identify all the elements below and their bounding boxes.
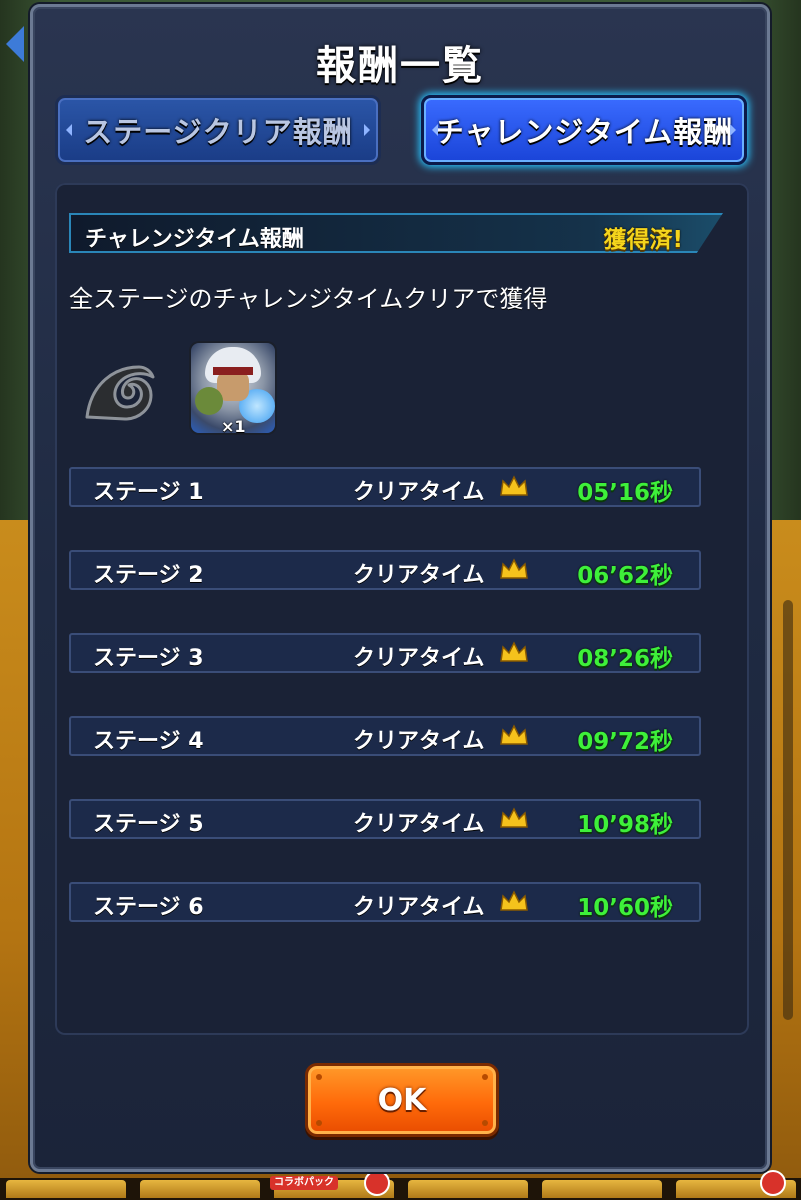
left-arrow-icon <box>6 26 24 62</box>
stage-row: ステージ 2 クリアタイム 06’62秒 <box>69 550 701 590</box>
clear-time-value: 08’26秒 <box>577 646 673 672</box>
clear-time-label: クリアタイム <box>353 646 485 671</box>
clear-time-label: クリアタイム <box>353 895 485 920</box>
crown-icon <box>500 890 528 911</box>
section-title: チャレンジタイム報酬 <box>85 227 304 252</box>
stage-label: ステージ 1 <box>93 480 204 505</box>
section-header: チャレンジタイム報酬 獲得済! <box>69 213 723 253</box>
clear-time-value: 05’16秒 <box>577 480 673 506</box>
reward-content-panel: チャレンジタイム報酬 獲得済! 全ステージのチャレンジタイムクリアで獲得 ×1 … <box>55 183 749 1035</box>
reward-list-modal: 報酬一覧 ステージクリア報酬 チャレンジタイム報酬 チャレンジタイム報酬 獲得済… <box>30 4 770 1172</box>
crown-icon <box>500 558 528 579</box>
reward-count: ×1 <box>221 417 246 436</box>
tab-challenge-time-reward[interactable]: チャレンジタイム報酬 <box>421 95 747 165</box>
background-scrollbar <box>783 600 793 1020</box>
reward-condition-text: 全ステージのチャレンジタイムクリアで獲得 <box>69 285 548 313</box>
clear-time-value: 10’98秒 <box>577 812 673 838</box>
notification-badge <box>364 1170 390 1196</box>
ok-button-label: OK <box>377 1082 427 1118</box>
clear-time-label: クリアタイム <box>353 729 485 754</box>
clear-time-label: クリアタイム <box>353 812 485 837</box>
clear-time-label: クリアタイム <box>353 563 485 588</box>
leaf-village-icon <box>85 365 155 421</box>
crown-icon <box>500 641 528 662</box>
clear-time-value: 09’72秒 <box>577 729 673 755</box>
crown-icon <box>500 807 528 828</box>
stage-label: ステージ 4 <box>93 729 204 754</box>
stage-label: ステージ 5 <box>93 812 204 837</box>
acquired-status-badge: 獲得済! <box>603 227 684 253</box>
clear-time-value: 10’60秒 <box>577 895 673 921</box>
stage-row: ステージ 3 クリアタイム 08’26秒 <box>69 633 701 673</box>
stage-row: ステージ 6 クリアタイム 10’60秒 <box>69 882 701 922</box>
tab-arrow-left-icon <box>66 124 72 136</box>
notification-badge <box>760 1170 786 1196</box>
crown-icon <box>500 724 528 745</box>
stage-row: ステージ 5 クリアタイム 10’98秒 <box>69 799 701 839</box>
collab-pack-tag: コラボパック <box>270 1176 338 1190</box>
ok-button[interactable]: OK <box>305 1063 499 1137</box>
tab-arrow-left-icon <box>432 124 438 136</box>
stage-label: ステージ 2 <box>93 563 204 588</box>
tab-arrow-right-icon <box>730 124 736 136</box>
tab-label: ステージクリア報酬 <box>83 115 353 149</box>
stage-row: ステージ 1 クリアタイム 05’16秒 <box>69 467 701 507</box>
tab-stage-clear-reward[interactable]: ステージクリア報酬 <box>55 95 381 165</box>
clear-time-label: クリアタイム <box>353 480 485 505</box>
tab-arrow-right-icon <box>364 124 370 136</box>
clear-time-value: 06’62秒 <box>577 563 673 589</box>
modal-title: 報酬一覧 <box>316 43 484 89</box>
stage-label: ステージ 6 <box>93 895 204 920</box>
stage-row: ステージ 4 クリアタイム 09’72秒 <box>69 716 701 756</box>
stage-label: ステージ 3 <box>93 646 204 671</box>
tab-label: チャレンジタイム報酬 <box>434 115 734 149</box>
crown-icon <box>500 475 528 496</box>
bottom-menu-bar <box>0 1178 801 1200</box>
